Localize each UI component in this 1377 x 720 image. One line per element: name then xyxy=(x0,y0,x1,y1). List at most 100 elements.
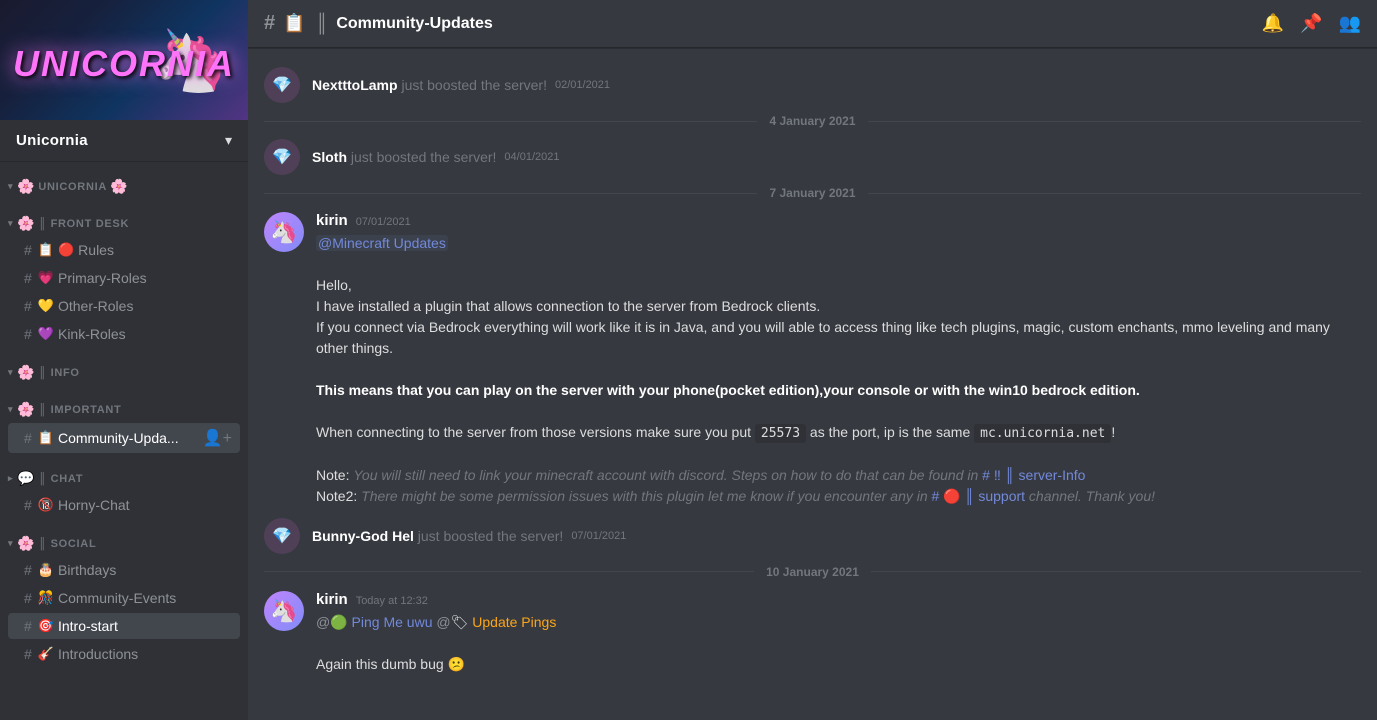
hash-icon: # xyxy=(24,646,32,662)
main-content: # 📋 ║ Community-Updates 🔔 📌 👥 💎 NextttoL… xyxy=(248,0,1377,720)
server-name: Unicornia xyxy=(16,132,88,149)
channel-kink-roles[interactable]: # 💜 Kink-Roles xyxy=(8,321,240,347)
section-label-info: ║ INFO xyxy=(38,367,79,379)
intro-start-emoji: 🎯 xyxy=(38,618,54,634)
section-label-unicornia: UNICORNIA xyxy=(38,181,107,193)
boost-icon-container: 💎 xyxy=(264,518,300,554)
bell-icon[interactable]: 🔔 xyxy=(1262,13,1284,34)
date-divider-jan7: 7 January 2021 xyxy=(248,178,1377,208)
message-timestamp-kirin: 07/01/2021 xyxy=(356,216,411,228)
channel-name-community-events: Community-Events xyxy=(58,590,176,606)
channel-primary-roles[interactable]: # 💗 Primary-Roles xyxy=(8,265,240,291)
messages-area: 💎 NextttoLamp just boosted the server! 0… xyxy=(248,48,1377,720)
rules-red-dot: 🔴 xyxy=(58,242,74,258)
message-content-kirin-jan7: kirin 07/01/2021 @Minecraft Updates Hell… xyxy=(316,212,1361,507)
boost-message-nextttolamp: 💎 NextttoLamp just boosted the server! 0… xyxy=(248,64,1377,106)
channel-separator: ║ xyxy=(316,13,329,34)
channel-name-introductions: Introductions xyxy=(58,646,138,662)
at-sign-2: @ xyxy=(436,614,450,630)
horny-chat-emoji: 🔞 xyxy=(38,497,54,513)
update-pings-mention[interactable]: Update Pings xyxy=(472,614,556,630)
boost-icon: 💎 xyxy=(272,147,292,167)
channel-horny-chat[interactable]: # 🔞 Horny-Chat xyxy=(8,492,240,518)
message-header-kirin: kirin 07/01/2021 xyxy=(316,212,1361,229)
message-kirin-today: 🦄 kirin Today at 12:32 @🟢 Ping Me uwu @🏷… xyxy=(248,587,1377,679)
channel-other-roles[interactable]: # 💛 Other-Roles xyxy=(8,293,240,319)
message-text-kirin-jan7: @Minecraft Updates Hello, I have install… xyxy=(316,233,1361,507)
message-author-kirin-today: kirin xyxy=(316,591,348,608)
boost-icon-container: 💎 xyxy=(264,139,300,175)
add-member-icon[interactable]: 👤+ xyxy=(203,428,232,448)
channel-name-rules: Rules xyxy=(78,242,114,258)
boost-timestamp-sloth: 04/01/2021 xyxy=(504,151,559,163)
channel-name-community-updates: Community-Upda... xyxy=(58,430,179,446)
message-text-kirin-today: @🟢 Ping Me uwu @🏷 Update Pings Again thi… xyxy=(316,612,1361,675)
primary-roles-emoji: 💗 xyxy=(38,270,54,286)
channel-header-icon: 📋 xyxy=(283,13,305,34)
section-label-social: ║ SOCIAL xyxy=(38,538,96,550)
channel-community-events[interactable]: # 🎊 Community-Events xyxy=(8,585,240,611)
section-social[interactable]: ▾ 🌸 ║ SOCIAL xyxy=(0,519,248,556)
hash-icon: # xyxy=(24,562,32,578)
server-banner: 🦄 UNICORNIA xyxy=(0,0,248,120)
channel-name-intro-start: Intro-start xyxy=(58,618,118,634)
avatar-kirin-today: 🦄 xyxy=(264,591,304,631)
boost-timestamp: 02/01/2021 xyxy=(555,79,610,91)
channel-header: # 📋 ║ Community-Updates 🔔 📌 👥 xyxy=(248,0,1377,48)
channel-name-birthdays: Birthdays xyxy=(58,562,116,578)
channel-name-other-roles: Other-Roles xyxy=(58,298,133,314)
boost-timestamp-bunny: 07/01/2021 xyxy=(571,530,626,542)
avatar-kirin: 🦄 xyxy=(264,212,304,252)
message-content-kirin-today: kirin Today at 12:32 @🟢 Ping Me uwu @🏷 U… xyxy=(316,591,1361,675)
section-label-frontdesk: ║ FRONT DESK xyxy=(38,218,129,230)
section-info[interactable]: ▾ 🌸 ║ INFO xyxy=(0,348,248,385)
channel-rules[interactable]: # 📋 🔴 Rules xyxy=(8,237,240,263)
server-name-row[interactable]: Unicornia ▾ xyxy=(0,120,248,162)
pin-icon[interactable]: 📌 xyxy=(1300,13,1322,34)
rules-emoji: 📋 xyxy=(38,242,54,258)
channel-header-name: Community-Updates xyxy=(336,15,492,33)
hash-icon: # xyxy=(24,270,32,286)
section-unicornia[interactable]: ▾ 🌸 UNICORNIA 🌸 xyxy=(0,162,248,199)
hash-icon: # xyxy=(24,242,32,258)
channel-header-hash: # xyxy=(264,12,275,35)
code-ip: mc.unicornia.net xyxy=(974,424,1111,443)
other-roles-emoji: 💛 xyxy=(38,298,54,314)
channel-intro-start[interactable]: # 🎯 Intro-start xyxy=(8,613,240,639)
section-arrow: ▾ xyxy=(8,181,13,192)
boost-username-sloth: Sloth xyxy=(312,149,347,165)
channel-community-updates[interactable]: # 📋 Community-Upda... 👤+ xyxy=(8,423,240,453)
channel-name-kink-roles: Kink-Roles xyxy=(58,326,126,342)
members-icon[interactable]: 👥 xyxy=(1339,13,1361,34)
mention-minecraft-updates: @Minecraft Updates xyxy=(316,235,448,251)
bold-bedrock-message: This means that you can play on the serv… xyxy=(316,382,1140,398)
boost-message-bunny-god-hel: 💎 Bunny-God Hel just boosted the server!… xyxy=(248,515,1377,557)
boost-username-bunny: Bunny-God Hel xyxy=(312,528,414,544)
boost-icon: 💎 xyxy=(272,75,292,95)
hash-icon: # xyxy=(24,497,32,513)
section-frontdesk[interactable]: ▾ 🌸 ║ FRONT DESK xyxy=(0,199,248,236)
support-link[interactable]: # 🔴 ║ support xyxy=(932,488,1026,504)
boost-text: just boosted the server! xyxy=(398,77,547,93)
boost-message-sloth: 💎 Sloth just boosted the server! 04/01/2… xyxy=(248,136,1377,178)
note1-text: Note: You will still need to link your m… xyxy=(316,467,1085,483)
channel-introductions[interactable]: # 🎸 Introductions xyxy=(8,641,240,667)
section-label-chat: ║ CHAT xyxy=(38,473,83,485)
boost-text-bunny: just boosted the server! xyxy=(414,528,563,544)
header-actions: 🔔 📌 👥 xyxy=(1262,13,1361,34)
hash-icon: # xyxy=(24,326,32,342)
note2-text: Note2: There might be some permission is… xyxy=(316,488,1155,504)
kink-roles-emoji: 💜 xyxy=(38,326,54,342)
server-info-link[interactable]: # ‼ ║ server-Info xyxy=(982,467,1085,483)
at-sign-1: @ xyxy=(316,614,330,630)
boost-text-sloth: just boosted the server! xyxy=(347,149,496,165)
channel-birthdays[interactable]: # 🎂 Birthdays xyxy=(8,557,240,583)
boost-icon: 💎 xyxy=(272,526,292,546)
message-timestamp-today: Today at 12:32 xyxy=(356,595,428,607)
ping-me-uwu-mention[interactable]: Ping Me uwu xyxy=(352,614,433,630)
server-banner-text: UNICORNIA xyxy=(13,43,235,85)
birthdays-emoji: 🎂 xyxy=(38,562,54,578)
section-chat[interactable]: ▸ 💬 ║ CHAT xyxy=(0,454,248,491)
section-important[interactable]: ▾ 🌸 ║ IMPORTANT xyxy=(0,385,248,422)
community-events-emoji: 🎊 xyxy=(38,590,54,606)
